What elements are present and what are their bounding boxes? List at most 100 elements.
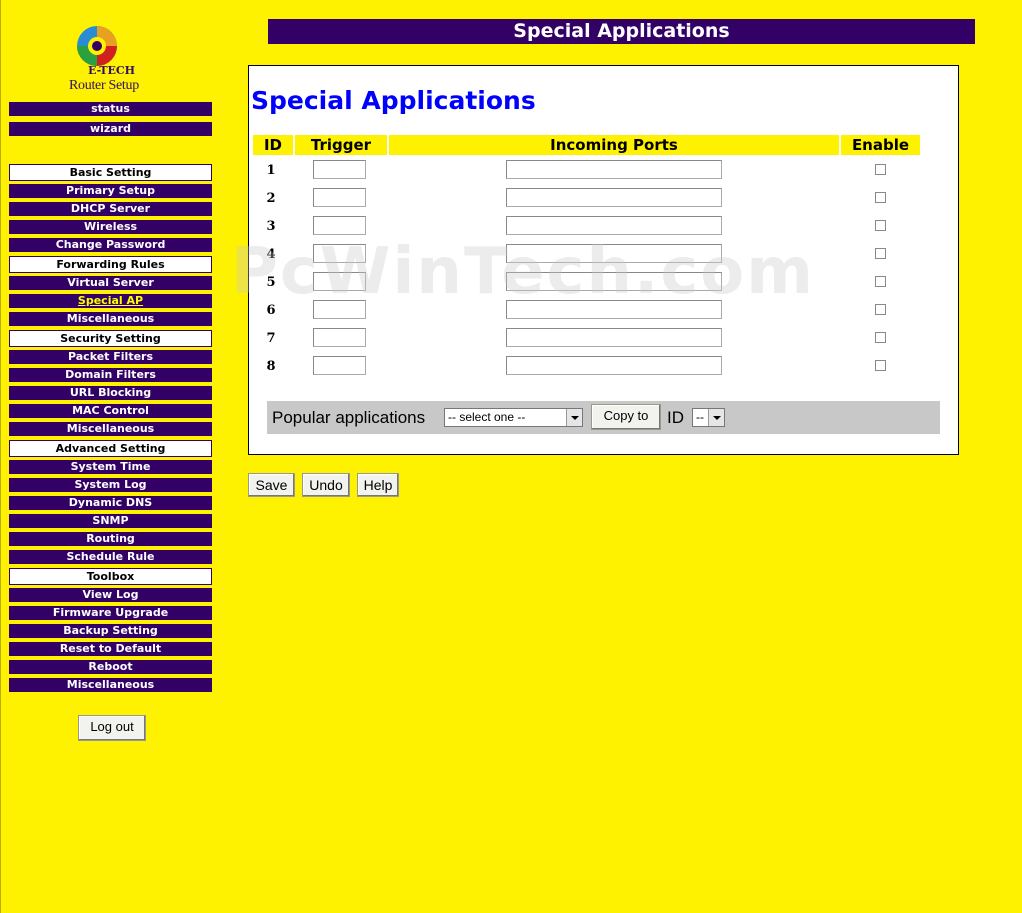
nav-wireless[interactable]: Wireless bbox=[9, 220, 212, 236]
enable-checkbox[interactable] bbox=[875, 304, 886, 315]
nav-section-security-setting[interactable]: Security Setting bbox=[9, 330, 212, 347]
row-id: 1 bbox=[266, 163, 276, 178]
nav-label: Miscellaneous bbox=[66, 678, 155, 691]
nav-system-time[interactable]: System Time bbox=[9, 460, 212, 476]
nav-label: MAC Control bbox=[72, 404, 149, 417]
nav-toolbox-miscellaneous[interactable]: Miscellaneous bbox=[9, 678, 212, 694]
incoming-ports-input[interactable] bbox=[506, 244, 722, 263]
nav-label: Virtual Server bbox=[67, 276, 154, 289]
nav-label: URL Blocking bbox=[69, 386, 152, 399]
select-value: -- select one -- bbox=[448, 410, 526, 424]
trigger-input[interactable] bbox=[313, 272, 366, 291]
nav-forwarding-miscellaneous[interactable]: Miscellaneous bbox=[9, 312, 212, 328]
nav-status[interactable]: status bbox=[9, 102, 212, 118]
logout-button[interactable]: Log out bbox=[78, 715, 146, 741]
incoming-ports-input[interactable] bbox=[506, 160, 722, 179]
nav-section-basic-setting[interactable]: Basic Setting bbox=[9, 164, 212, 181]
row-id: 8 bbox=[266, 359, 276, 374]
nav-label: Security Setting bbox=[60, 332, 161, 345]
incoming-ports-input[interactable] bbox=[506, 188, 722, 207]
nav-reset-to-default[interactable]: Reset to Default bbox=[9, 642, 212, 658]
enable-checkbox[interactable] bbox=[875, 360, 886, 371]
popular-applications-select[interactable]: -- select one -- bbox=[444, 408, 583, 427]
nav-virtual-server[interactable]: Virtual Server bbox=[9, 276, 212, 292]
chevron-down-icon bbox=[566, 409, 582, 426]
column-header-trigger: Trigger bbox=[295, 135, 387, 155]
nav-label: Forwarding Rules bbox=[56, 258, 165, 271]
nav-label: System Log bbox=[74, 478, 147, 491]
nav-label: Schedule Rule bbox=[66, 550, 155, 563]
incoming-ports-input[interactable] bbox=[506, 300, 722, 319]
nav-label: Basic Setting bbox=[69, 166, 152, 179]
copy-id-select[interactable]: -- bbox=[692, 408, 725, 427]
incoming-ports-input[interactable] bbox=[506, 328, 722, 347]
incoming-ports-input[interactable] bbox=[506, 216, 722, 235]
trigger-input[interactable] bbox=[313, 328, 366, 347]
nav-label: Special AP bbox=[77, 294, 144, 307]
nav-label: Wireless bbox=[83, 220, 138, 233]
nav-packet-filters[interactable]: Packet Filters bbox=[9, 350, 212, 366]
nav-mac-control[interactable]: MAC Control bbox=[9, 404, 212, 420]
nav-section-advanced-setting[interactable]: Advanced Setting bbox=[9, 440, 212, 457]
logo-subtitle: Router Setup bbox=[69, 78, 139, 93]
incoming-ports-input[interactable] bbox=[506, 272, 722, 291]
logo-brand: E-TECH bbox=[88, 64, 136, 77]
nav-reboot[interactable]: Reboot bbox=[9, 660, 212, 676]
trigger-input[interactable] bbox=[313, 216, 366, 235]
nav-backup-setting[interactable]: Backup Setting bbox=[9, 624, 212, 640]
nav-section-toolbox[interactable]: Toolbox bbox=[9, 568, 212, 585]
enable-checkbox[interactable] bbox=[875, 164, 886, 175]
copy-to-button[interactable]: Copy to bbox=[591, 404, 661, 430]
nav-label: Change Password bbox=[55, 238, 166, 251]
nav-label: Firmware Upgrade bbox=[52, 606, 169, 619]
nav-firmware-upgrade[interactable]: Firmware Upgrade bbox=[9, 606, 212, 622]
help-button[interactable]: Help bbox=[357, 473, 399, 497]
nav-special-ap[interactable]: Special AP bbox=[9, 294, 212, 310]
row-id: 4 bbox=[266, 247, 276, 262]
column-header-enable: Enable bbox=[841, 135, 920, 155]
nav-wizard[interactable]: wizard bbox=[9, 122, 212, 138]
nav-label: Dynamic DNS bbox=[68, 496, 153, 509]
nav-label: SNMP bbox=[92, 514, 129, 527]
chevron-down-icon bbox=[708, 409, 724, 426]
nav-routing[interactable]: Routing bbox=[9, 532, 212, 548]
save-button[interactable]: Save bbox=[248, 473, 295, 497]
nav-domain-filters[interactable]: Domain Filters bbox=[9, 368, 212, 384]
page-title: Special Applications bbox=[251, 86, 536, 115]
nav-label: Primary Setup bbox=[66, 184, 155, 197]
nav-section-forwarding-rules[interactable]: Forwarding Rules bbox=[9, 256, 212, 273]
incoming-ports-input[interactable] bbox=[506, 356, 722, 375]
enable-checkbox[interactable] bbox=[875, 192, 886, 203]
nav-label: System Time bbox=[70, 460, 151, 473]
etech-logo-icon bbox=[77, 26, 117, 66]
enable-checkbox[interactable] bbox=[875, 248, 886, 259]
undo-button[interactable]: Undo bbox=[302, 473, 350, 497]
trigger-input[interactable] bbox=[313, 160, 366, 179]
copy-id-label: ID bbox=[667, 408, 684, 427]
nav-label: Reset to Default bbox=[59, 642, 162, 655]
nav-schedule-rule[interactable]: Schedule Rule bbox=[9, 550, 212, 566]
nav-label: Miscellaneous bbox=[66, 312, 155, 325]
enable-checkbox[interactable] bbox=[875, 332, 886, 343]
nav-snmp[interactable]: SNMP bbox=[9, 514, 212, 530]
header-title: Special Applications bbox=[268, 19, 975, 44]
trigger-input[interactable] bbox=[313, 188, 366, 207]
enable-checkbox[interactable] bbox=[875, 276, 886, 287]
sidebar: E-TECH Router Setup status wizard Basic … bbox=[9, 0, 214, 741]
nav-label: Miscellaneous bbox=[66, 422, 155, 435]
row-id: 3 bbox=[266, 219, 276, 234]
nav-change-password[interactable]: Change Password bbox=[9, 238, 212, 254]
trigger-input[interactable] bbox=[313, 300, 366, 319]
trigger-input[interactable] bbox=[313, 244, 366, 263]
trigger-input[interactable] bbox=[313, 356, 366, 375]
popular-applications-label: Popular applications bbox=[272, 408, 426, 427]
nav-dynamic-dns[interactable]: Dynamic DNS bbox=[9, 496, 212, 512]
nav-security-miscellaneous[interactable]: Miscellaneous bbox=[9, 422, 212, 438]
nav-primary-setup[interactable]: Primary Setup bbox=[9, 184, 212, 200]
nav-dhcp-server[interactable]: DHCP Server bbox=[9, 202, 212, 218]
nav-url-blocking[interactable]: URL Blocking bbox=[9, 386, 212, 402]
nav-view-log[interactable]: View Log bbox=[9, 588, 212, 604]
column-header-id: ID bbox=[253, 135, 293, 155]
enable-checkbox[interactable] bbox=[875, 220, 886, 231]
nav-system-log[interactable]: System Log bbox=[9, 478, 212, 494]
